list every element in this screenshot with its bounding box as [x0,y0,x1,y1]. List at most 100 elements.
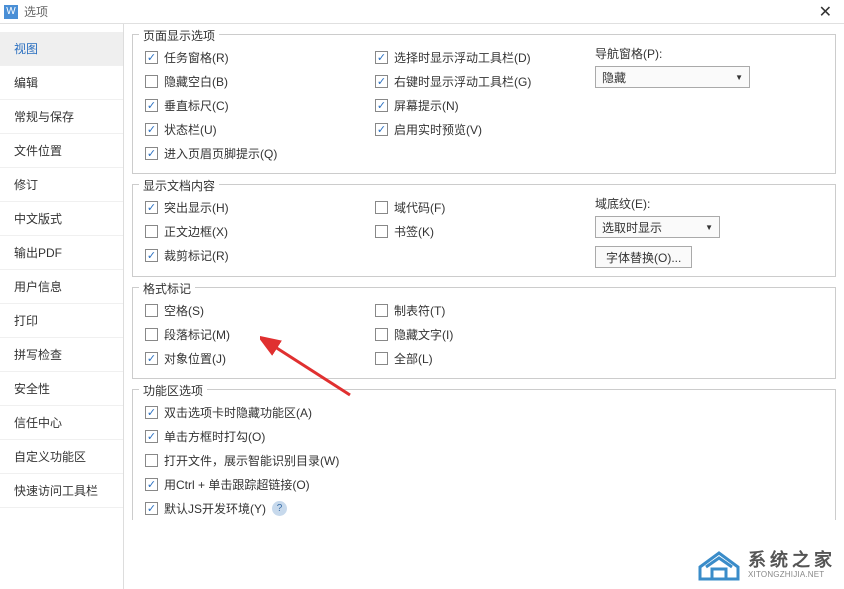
checkbox[interactable] [145,478,158,491]
checkbox-label: 启用实时预览(V) [394,121,482,138]
sidebar-item[interactable]: 常规与保存 [0,100,123,134]
checkbox-label: 任务窗格(R) [164,49,229,66]
group-page-display: 页面显示选项 任务窗格(R)隐藏空白(B)垂直标尺(C)状态栏(U)进入页眉页脚… [132,34,836,174]
checkbox-row: 双击选项卡时隐藏功能区(A) [145,400,823,424]
checkbox-row: 用Ctrl + 单击跟踪超链接(O) [145,472,823,496]
field-shade-select[interactable]: 选取时显示 ▼ [595,216,720,238]
checkbox[interactable] [375,123,388,136]
sidebar-item[interactable]: 输出PDF [0,236,123,270]
checkbox-row: 裁剪标记(R) [145,243,375,267]
checkbox-row: 突出显示(H) [145,195,375,219]
checkbox[interactable] [145,147,158,160]
help-icon[interactable]: ? [272,501,287,516]
checkbox[interactable] [375,51,388,64]
checkbox-row: 任务窗格(R) [145,45,375,69]
checkbox-label: 域代码(F) [394,199,445,216]
checkbox-row: 状态栏(U) [145,117,375,141]
checkbox-label: 进入页眉页脚提示(Q) [164,145,277,162]
checkbox[interactable] [145,502,158,515]
checkbox-label: 隐藏文字(I) [394,326,453,343]
group-doc-content: 显示文档内容 突出显示(H)正文边框(X)裁剪标记(R) 域代码(F)书签(K)… [132,184,836,277]
sidebar-item[interactable]: 信任中心 [0,406,123,440]
checkbox-label: 突出显示(H) [164,199,229,216]
checkbox[interactable] [145,328,158,341]
checkbox[interactable] [145,406,158,419]
title-bar: W 选项 ✕ [0,0,844,24]
checkbox-label: 双击选项卡时隐藏功能区(A) [164,404,312,421]
sidebar-item[interactable]: 自定义功能区 [0,440,123,474]
checkbox-label: 单击方框时打勾(O) [164,428,265,445]
checkbox-row: 默认JS开发环境(Y)? [145,496,823,520]
app-logo-icon: W [4,5,18,19]
checkbox[interactable] [145,75,158,88]
checkbox-row: 隐藏文字(I) [375,322,595,346]
checkbox[interactable] [145,454,158,467]
checkbox[interactable] [145,430,158,443]
watermark: 系统之家 XITONGZHIJIA.NET [696,547,836,583]
group-title: 显示文档内容 [139,177,219,194]
checkbox-label: 裁剪标记(R) [164,247,229,264]
group-format-marks: 格式标记 空格(S)段落标记(M)对象位置(J) 制表符(T)隐藏文字(I)全部… [132,287,836,379]
sidebar-item[interactable]: 中文版式 [0,202,123,236]
checkbox-row: 屏幕提示(N) [375,93,595,117]
checkbox[interactable] [375,75,388,88]
sidebar-item[interactable]: 文件位置 [0,134,123,168]
checkbox-row: 垂直标尺(C) [145,93,375,117]
checkbox[interactable] [145,249,158,262]
checkbox[interactable] [375,304,388,317]
watermark-cn: 系统之家 [748,551,836,571]
field-shade-value: 选取时显示 [602,219,662,236]
nav-pane-value: 隐藏 [602,69,626,86]
nav-pane-label: 导航窗格(P): [595,45,823,62]
sidebar-item[interactable]: 修订 [0,168,123,202]
dialog-title: 选项 [24,3,48,20]
checkbox-row: 进入页眉页脚提示(Q) [145,141,375,165]
checkbox-row: 正文边框(X) [145,219,375,243]
nav-pane-select[interactable]: 隐藏 ▼ [595,66,750,88]
checkbox[interactable] [375,201,388,214]
checkbox-row: 全部(L) [375,346,595,370]
checkbox[interactable] [145,201,158,214]
checkbox-row: 启用实时预览(V) [375,117,595,141]
checkbox-row: 隐藏空白(B) [145,69,375,93]
checkbox[interactable] [145,99,158,112]
sidebar-item[interactable]: 视图 [0,32,123,66]
sidebar-item[interactable]: 用户信息 [0,270,123,304]
checkbox-row: 右键时显示浮动工具栏(G) [375,69,595,93]
checkbox-label: 打开文件，展示智能识别目录(W) [164,452,339,469]
font-substitute-button[interactable]: 字体替换(O)... [595,246,692,268]
checkbox-label: 全部(L) [394,350,433,367]
checkbox-row: 打开文件，展示智能识别目录(W) [145,448,823,472]
sidebar-item[interactable]: 拼写检查 [0,338,123,372]
sidebar-item[interactable]: 快速访问工具栏 [0,474,123,508]
sidebar-item[interactable]: 安全性 [0,372,123,406]
sidebar-item[interactable]: 编辑 [0,66,123,100]
checkbox[interactable] [145,352,158,365]
checkbox[interactable] [145,51,158,64]
sidebar-item[interactable]: 打印 [0,304,123,338]
checkbox-row: 空格(S) [145,298,375,322]
checkbox[interactable] [145,123,158,136]
checkbox-label: 段落标记(M) [164,326,230,343]
checkbox[interactable] [375,225,388,238]
group-ribbon: 功能区选项 双击选项卡时隐藏功能区(A)单击方框时打勾(O)打开文件，展示智能识… [132,389,836,520]
group-title: 功能区选项 [139,382,207,399]
checkbox-label: 选择时显示浮动工具栏(D) [394,49,531,66]
watermark-url: XITONGZHIJIA.NET [748,571,836,580]
checkbox-label: 右键时显示浮动工具栏(G) [394,73,531,90]
checkbox[interactable] [375,352,388,365]
checkbox[interactable] [145,225,158,238]
checkbox-label: 空格(S) [164,302,204,319]
checkbox[interactable] [375,99,388,112]
checkbox-row: 单击方框时打勾(O) [145,424,823,448]
checkbox-label: 屏幕提示(N) [394,97,459,114]
checkbox-label: 状态栏(U) [164,121,217,138]
checkbox-label: 书签(K) [394,223,434,240]
checkbox[interactable] [375,328,388,341]
checkbox-row: 域代码(F) [375,195,595,219]
group-title: 页面显示选项 [139,27,219,44]
checkbox-label: 制表符(T) [394,302,445,319]
checkbox[interactable] [145,304,158,317]
close-icon[interactable]: ✕ [819,2,832,22]
chevron-down-icon: ▼ [705,223,713,232]
